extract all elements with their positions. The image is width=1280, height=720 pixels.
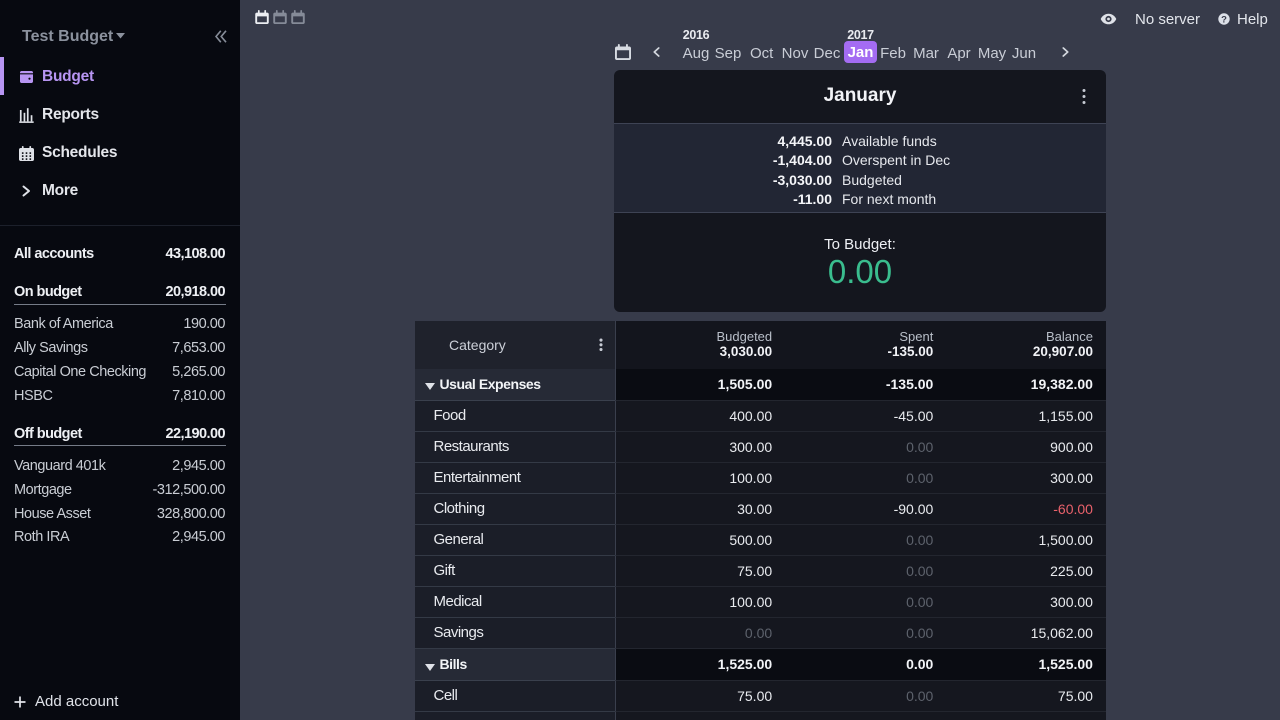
svg-text:?: ? bbox=[1221, 14, 1227, 25]
